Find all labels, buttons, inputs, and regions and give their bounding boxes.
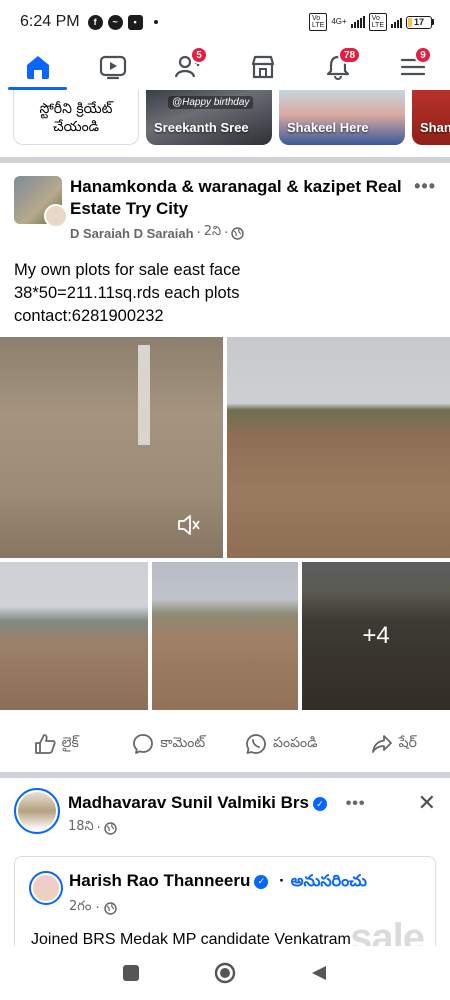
story-name: Shakeel Here — [287, 120, 369, 135]
profile-avatar[interactable] — [29, 871, 63, 905]
home-button-icon[interactable] — [214, 962, 236, 984]
menu-badge: 9 — [414, 46, 432, 64]
facebook-icon: f — [87, 14, 103, 30]
post-subline: 18ని · — [68, 819, 436, 837]
more-photos-count: +4 — [362, 622, 390, 649]
post-options-icon[interactable]: ••• — [346, 795, 366, 812]
messenger-icon: ~ — [107, 14, 123, 30]
video-icon — [99, 55, 126, 80]
feed-divider — [0, 157, 450, 163]
tab-home[interactable] — [0, 44, 75, 90]
more-photos-overlay: +4 — [302, 562, 450, 710]
battery-icon: 17 — [406, 15, 434, 29]
post-time: 18ని — [68, 819, 94, 834]
volte-icon: Vo LTE — [309, 13, 328, 31]
tab-menu[interactable]: 9 — [375, 44, 450, 90]
like-label: లైక్ — [61, 734, 79, 751]
home-icon — [26, 56, 49, 79]
post-photo[interactable] — [0, 562, 148, 710]
tab-notifications[interactable]: 78 — [300, 44, 375, 90]
mute-icon[interactable] — [177, 514, 201, 536]
shared-subline: 2గం · — [69, 899, 117, 917]
facebook-tab-bar: 5 78 9 — [0, 44, 450, 90]
post-actions: లైక్ కామెంట్ పంపండి షేర్ — [0, 722, 450, 766]
post-photo-more[interactable]: +4 — [302, 562, 450, 710]
status-notification-icons: f ~ ▪ — [87, 14, 158, 30]
post-author[interactable]: D Saraiah D Saraiah — [70, 226, 194, 241]
volte-icon-2: Vo LTE — [368, 13, 387, 31]
battery-level: 17 — [413, 17, 424, 27]
story-tag: @Happy birthday — [168, 96, 254, 109]
globe-icon — [231, 226, 244, 240]
network-type: 4G+ — [331, 17, 347, 26]
post-author[interactable]: Madhavarav Sunil Valmiki Brs — [68, 793, 309, 812]
send-label: పంపండి — [273, 734, 318, 751]
comment-icon — [133, 734, 154, 754]
comment-label: కామెంట్ — [160, 734, 206, 751]
hide-post-icon[interactable]: ✕ — [418, 790, 436, 816]
like-icon — [34, 734, 56, 754]
story-name: Shan — [420, 120, 450, 135]
signal-icon-2 — [391, 16, 402, 28]
system-navigation-bar — [0, 946, 450, 1000]
shared-author[interactable]: Harish Rao Thanneeru — [69, 871, 250, 890]
post-video[interactable] — [0, 337, 223, 558]
follow-button[interactable]: అనుసరించు — [291, 871, 367, 890]
tab-friends[interactable]: 5 — [150, 44, 225, 90]
post-header: Madhavarav Sunil Valmiki Brs ✓ ••• 18ని ·… — [14, 788, 436, 837]
story-card-shan[interactable]: Shan — [412, 90, 450, 145]
share-icon — [371, 735, 392, 753]
globe-icon — [104, 821, 117, 835]
page-avatar[interactable] — [14, 176, 68, 228]
app-notification-icon: ▪ — [127, 14, 143, 30]
create-story-card[interactable]: స్టోరీని క్రియేట్ చేయండి — [13, 90, 139, 145]
story-card-shakeel[interactable]: Shakeel Here — [279, 90, 405, 145]
like-button[interactable]: లైక్ — [0, 733, 113, 755]
signal-icon — [350, 16, 365, 28]
stories-tray: స్టోరీని క్రియేట్ చేయండి @Happy birthday… — [0, 90, 450, 152]
battery-fill — [408, 17, 412, 27]
story-name: Sreekanth Sree — [154, 120, 249, 135]
feed-divider — [0, 772, 450, 778]
profile-avatar-badge — [44, 204, 68, 228]
group-name[interactable]: Hanamkonda & waranagal & kazipet Real Es… — [70, 176, 436, 220]
whatsapp-icon — [246, 734, 266, 754]
shared-time: 2గం — [69, 899, 92, 914]
story-card-sreekanth[interactable]: @Happy birthday Sreekanth Sree — [146, 90, 272, 145]
send-button[interactable]: పంపండి — [225, 733, 338, 755]
post-header: Hanamkonda & waranagal & kazipet Real Es… — [14, 176, 436, 242]
post-options-icon[interactable]: ••• — [414, 176, 436, 197]
notifications-badge: 78 — [338, 46, 362, 64]
create-story-label: స్టోరీని క్రియేట్ చేయండి — [39, 101, 113, 135]
back-icon[interactable] — [310, 964, 328, 982]
marketplace-icon — [251, 55, 274, 79]
post-subline: D Saraiah D Saraiah · 2ని · — [70, 224, 436, 242]
globe-icon — [103, 901, 117, 915]
friends-badge: 5 — [190, 46, 208, 64]
tab-marketplace[interactable] — [225, 44, 300, 90]
status-bar: 6:24 PM f ~ ▪ Vo LTE 4G+ Vo LTE 17 — [0, 0, 450, 44]
more-notifications-dot — [153, 20, 158, 24]
post-meta: Hanamkonda & waranagal & kazipet Real Es… — [70, 176, 436, 242]
status-time: 6:24 PM — [20, 13, 80, 30]
share-label: షేర్ — [398, 734, 417, 751]
profile-avatar[interactable] — [14, 788, 60, 834]
status-right: Vo LTE 4G+ Vo LTE 17 — [309, 13, 434, 31]
comment-button[interactable]: కామెంట్ — [113, 733, 226, 755]
post-meta: Madhavarav Sunil Valmiki Brs ✓ ••• 18ని · — [68, 788, 436, 837]
recents-icon[interactable] — [122, 964, 140, 982]
post-text: My own plots for sale east face 38*50=21… — [14, 261, 241, 325]
post-photo[interactable] — [227, 337, 450, 558]
post-time: 2ని — [203, 224, 222, 239]
post-photo[interactable] — [152, 562, 298, 710]
verified-icon: ✓ — [312, 796, 327, 811]
share-button[interactable]: షేర్ — [338, 733, 450, 755]
verified-icon: ✓ — [254, 874, 269, 889]
tab-video[interactable] — [75, 44, 150, 90]
